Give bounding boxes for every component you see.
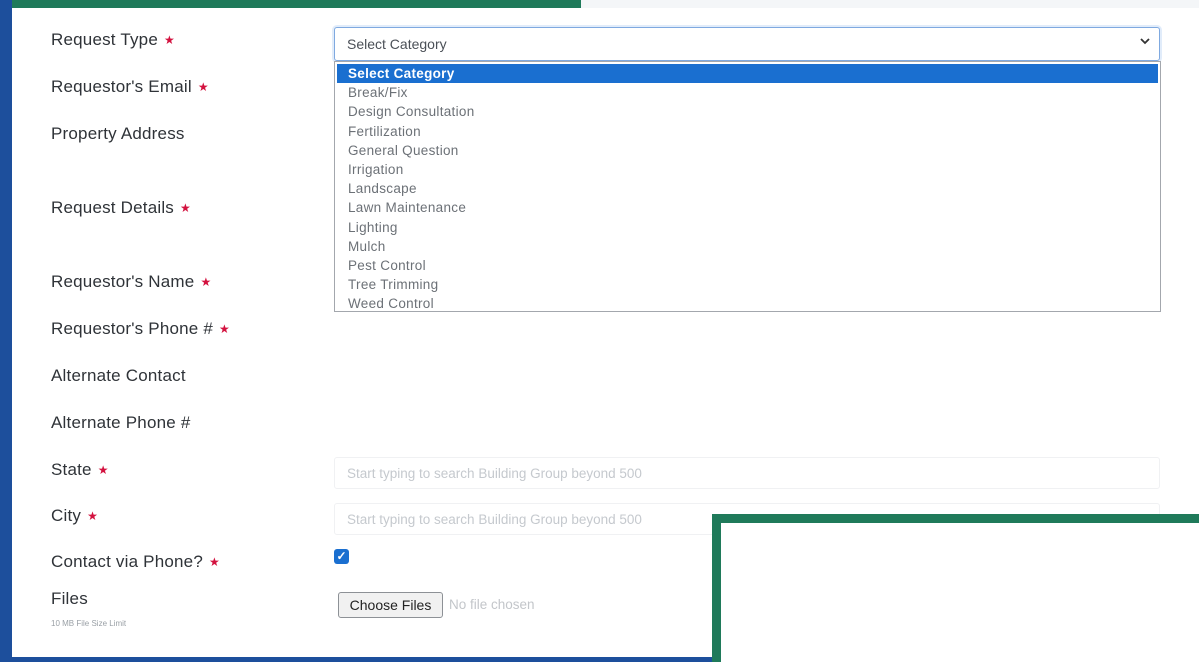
label-files: Files <box>51 589 88 608</box>
label-request-details: Request Details ★ <box>51 198 191 217</box>
required-marker: ★ <box>219 322 231 336</box>
files-size-hint: 10 MB File Size Limit <box>51 619 127 628</box>
dropdown-option-select-category[interactable]: Select Category <box>337 64 1158 84</box>
dropdown-option-pest-control[interactable]: Pest Control <box>335 256 1160 275</box>
state-search-input[interactable] <box>334 457 1160 489</box>
required-marker: ★ <box>208 555 220 569</box>
file-status-text: No file chosen <box>449 597 535 612</box>
label-alternate-phone: Alternate Phone # <box>51 413 191 432</box>
required-marker: ★ <box>180 201 191 215</box>
contact-via-phone-checkbox[interactable]: ✓ <box>334 549 349 564</box>
dropdown-option-weed-control[interactable]: Weed Control <box>335 294 1160 313</box>
request-type-select[interactable]: Select Category <box>334 27 1160 61</box>
choose-files-button[interactable]: Choose Files <box>338 592 443 618</box>
left-frame-accent <box>0 0 12 662</box>
required-marker: ★ <box>87 509 99 523</box>
dropdown-option-tree-trimming[interactable]: Tree Trimming <box>335 275 1160 294</box>
dropdown-option-general-question[interactable]: General Question <box>335 141 1160 160</box>
label-city: City ★ <box>51 506 99 525</box>
request-type-value: Select Category <box>347 36 447 52</box>
label-requestor-email: Requestor's Email ★ <box>51 77 209 96</box>
dropdown-option-landscape[interactable]: Landscape <box>335 179 1160 198</box>
required-marker: ★ <box>197 80 209 94</box>
bottom-right-frame-accent <box>712 514 1199 662</box>
dropdown-option-fertilization[interactable]: Fertilization <box>335 122 1160 141</box>
dropdown-option-irrigation[interactable]: Irrigation <box>335 160 1160 179</box>
label-contact-via-phone: Contact via Phone? ★ <box>51 552 220 571</box>
dropdown-option-mulch[interactable]: Mulch <box>335 237 1160 256</box>
label-alternate-contact: Alternate Contact <box>51 366 186 385</box>
top-frame-accent <box>0 0 581 8</box>
required-marker: ★ <box>97 463 109 477</box>
label-requestor-name: Requestor's Name ★ <box>51 272 212 291</box>
label-state: State ★ <box>51 460 109 479</box>
required-marker: ★ <box>200 275 212 289</box>
bottom-frame-accent <box>12 657 717 662</box>
label-requestor-phone: Requestor's Phone # ★ <box>51 319 231 338</box>
dropdown-option-lighting[interactable]: Lighting <box>335 218 1160 237</box>
dropdown-option-lawn-maintenance[interactable]: Lawn Maintenance <box>335 198 1160 217</box>
dropdown-option-break-fix[interactable]: Break/Fix <box>335 83 1160 102</box>
chevron-down-icon <box>1139 34 1151 50</box>
label-property-address: Property Address <box>51 124 185 143</box>
request-type-dropdown: Select Category Break/Fix Design Consult… <box>334 61 1161 312</box>
label-request-type: Request Type ★ <box>51 30 175 49</box>
check-icon: ✓ <box>336 549 347 563</box>
dropdown-option-design-consultation[interactable]: Design Consultation <box>335 102 1160 121</box>
required-marker: ★ <box>164 33 175 47</box>
